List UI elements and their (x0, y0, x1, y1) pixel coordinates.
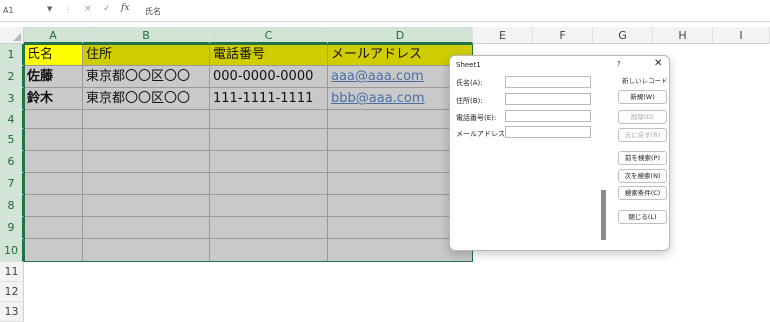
table-cell[interactable]: 東京都〇〇区〇〇 (83, 88, 210, 110)
table-cell[interactable] (24, 110, 83, 129)
table-cell[interactable] (210, 173, 328, 195)
column-header-c[interactable]: C (210, 27, 328, 44)
new-button[interactable]: 新規(W) (618, 90, 667, 104)
table-cell[interactable] (83, 239, 210, 262)
find-next-button[interactable]: 次を検索(N) (618, 169, 667, 183)
row-header-8[interactable]: 8 (0, 195, 24, 217)
email-link[interactable]: aaa@aaa.com (331, 69, 424, 84)
row-header-4[interactable]: 4 (0, 110, 24, 129)
row-header-3[interactable]: 3 (0, 88, 24, 110)
row-header-10[interactable]: 10 (0, 239, 24, 262)
header-cell-phone[interactable]: 電話番号 (210, 44, 328, 66)
table-cell[interactable] (24, 173, 83, 195)
field-label-address: 住所(B): (456, 97, 483, 105)
name-box[interactable]: A1 (3, 6, 43, 15)
header-cell-name[interactable]: 氏名 (24, 44, 83, 66)
table-cell[interactable] (24, 195, 83, 217)
table-cell[interactable] (24, 217, 83, 239)
row-header-5[interactable]: 5 (0, 129, 24, 151)
table-cell[interactable]: 東京都〇〇区〇〇 (83, 66, 210, 88)
table-cell[interactable] (83, 217, 210, 239)
row-header-1[interactable]: 1 (0, 44, 24, 66)
table-cell[interactable] (83, 195, 210, 217)
header-cell-address[interactable]: 住所 (83, 44, 210, 66)
table-cell[interactable]: 111-1111-1111 (210, 88, 328, 110)
table-cell[interactable] (83, 129, 210, 151)
record-scrollbar[interactable] (601, 190, 606, 240)
row-header-7[interactable]: 7 (0, 173, 24, 195)
table-cell[interactable] (210, 129, 328, 151)
select-all-corner[interactable] (0, 27, 24, 44)
help-icon[interactable]: ? (617, 60, 621, 68)
row-header-2[interactable]: 2 (0, 66, 24, 88)
email-link[interactable]: bbb@aaa.com (331, 91, 425, 106)
delete-button[interactable]: 削除(D) (618, 110, 667, 124)
data-form-dialog: Sheet1 ? ✕ 氏名(A): 住所(B): 電話番号(E): メールアドレ… (449, 55, 670, 251)
separator-icon: ⋮ (64, 5, 72, 14)
criteria-button[interactable]: 検索条件(C) (618, 186, 667, 200)
field-label-name: 氏名(A): (456, 79, 483, 87)
column-header-e[interactable]: E (473, 27, 533, 44)
record-indicator: 新しいレコード (622, 77, 668, 85)
dialog-title: Sheet1 (456, 61, 481, 69)
table-cell[interactable] (210, 151, 328, 173)
row-header-9[interactable]: 9 (0, 217, 24, 239)
table-cell[interactable]: 佐藤 (24, 66, 83, 88)
row-header-13[interactable]: 13 (0, 302, 24, 322)
formula-input[interactable]: 氏名 (145, 6, 161, 17)
table-cell[interactable] (83, 110, 210, 129)
table-cell[interactable] (210, 195, 328, 217)
find-prev-button[interactable]: 前を検索(P) (618, 151, 667, 165)
restore-button[interactable]: 元に戻す(R) (618, 128, 667, 142)
table-cell[interactable] (83, 151, 210, 173)
row-header-12[interactable]: 12 (0, 282, 24, 302)
field-label-phone: 電話番号(E): (456, 114, 497, 122)
row-header-6[interactable]: 6 (0, 151, 24, 173)
column-header-a[interactable]: A (24, 27, 83, 44)
table-cell[interactable]: 000-0000-0000 (210, 66, 328, 88)
table-cell[interactable] (24, 239, 83, 262)
table-cell[interactable]: 鈴木 (24, 88, 83, 110)
column-header-i[interactable]: I (713, 27, 770, 44)
formula-bar: A1 ▼ ⋮ × ✓ fx 氏名 (0, 0, 770, 22)
column-header-f[interactable]: F (533, 27, 593, 44)
name-field[interactable] (505, 76, 591, 88)
phone-field[interactable] (505, 110, 591, 122)
table-cell[interactable] (210, 239, 328, 262)
chevron-down-icon[interactable]: ▼ (47, 5, 52, 13)
table-cell[interactable] (24, 129, 83, 151)
close-icon[interactable]: ✕ (654, 58, 662, 69)
close-button[interactable]: 閉じる(L) (618, 210, 667, 224)
enter-icon[interactable]: ✓ (103, 4, 111, 14)
insert-function-icon[interactable]: fx (121, 3, 129, 13)
cancel-icon[interactable]: × (84, 4, 92, 14)
email-field[interactable] (505, 126, 591, 138)
column-header-b[interactable]: B (83, 27, 210, 44)
address-field[interactable] (505, 93, 591, 105)
table-cell[interactable] (210, 217, 328, 239)
row-header-11[interactable]: 11 (0, 262, 24, 282)
table-cell[interactable] (83, 173, 210, 195)
column-header-g[interactable]: G (593, 27, 653, 44)
column-header-h[interactable]: H (653, 27, 713, 44)
table-cell[interactable] (210, 110, 328, 129)
column-header-d[interactable]: D (328, 27, 473, 44)
table-cell[interactable] (24, 151, 83, 173)
